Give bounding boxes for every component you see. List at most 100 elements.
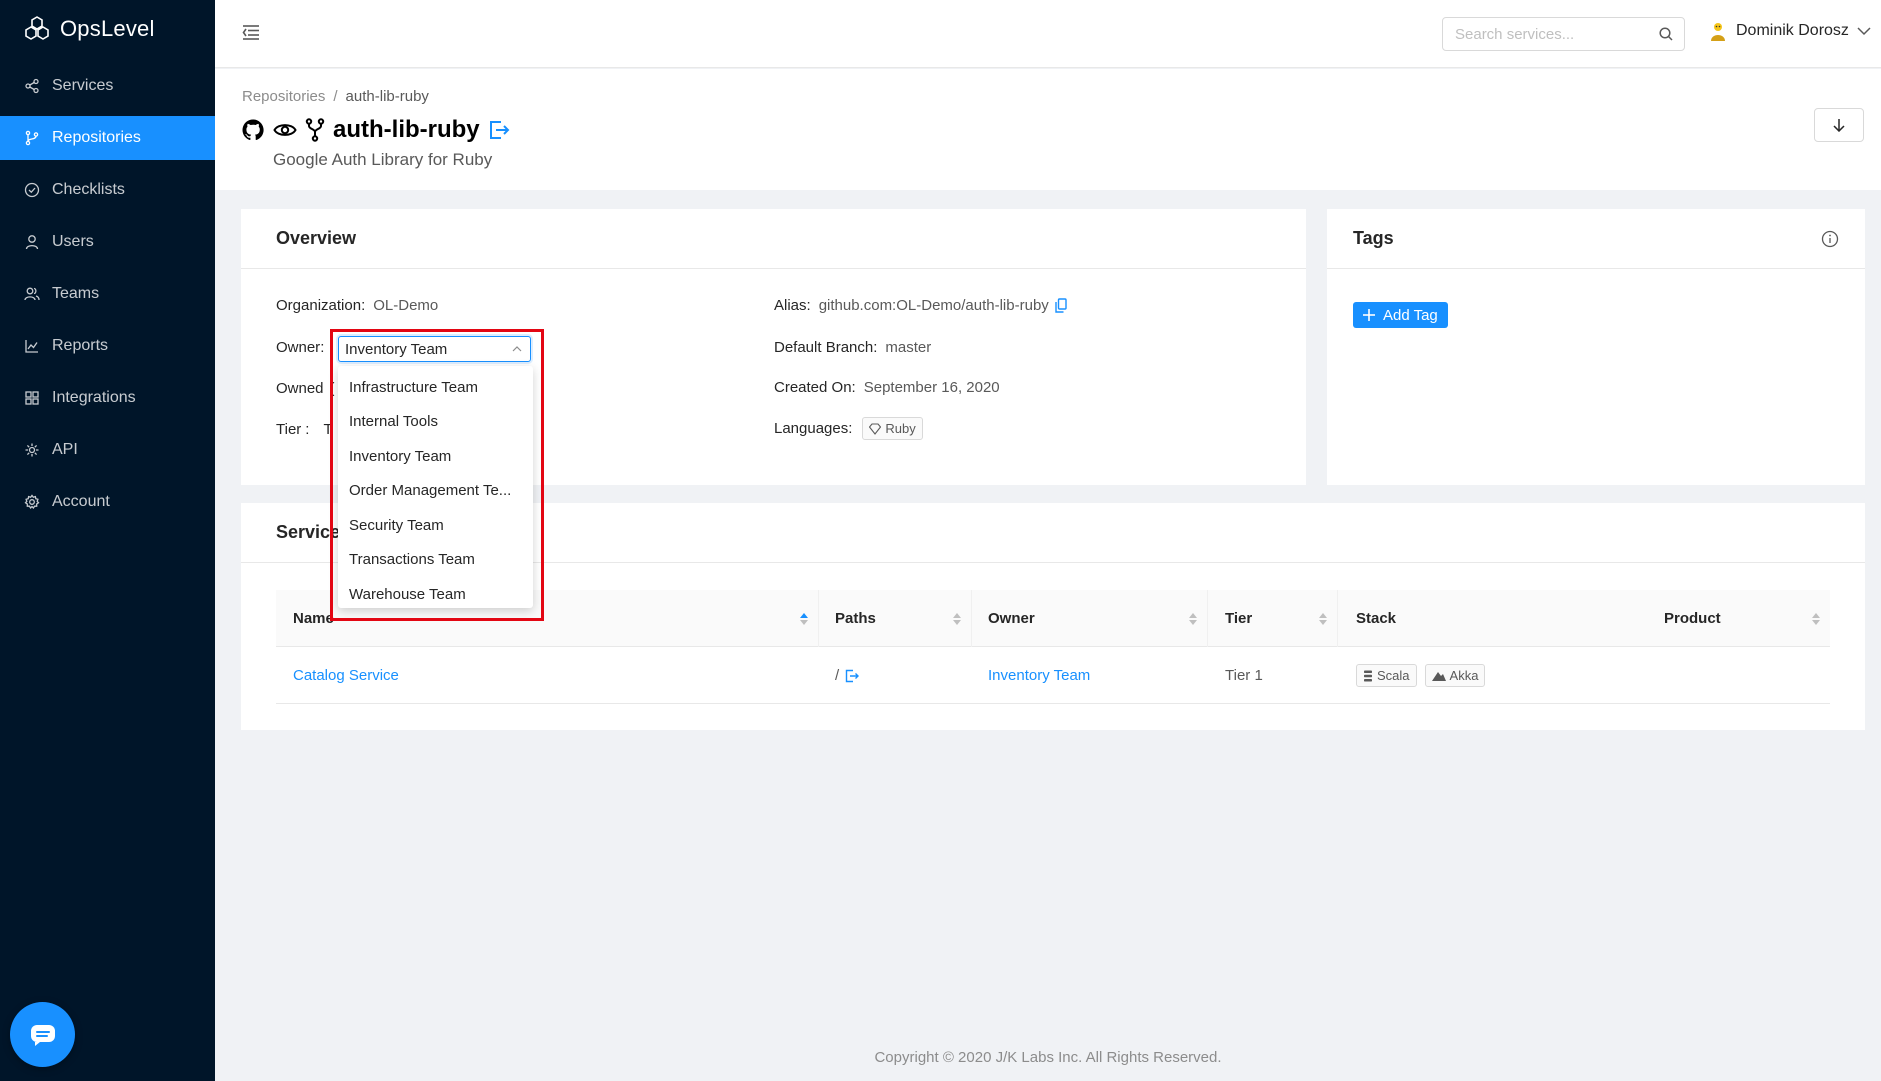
sidebar-item-label: Repositories bbox=[52, 129, 141, 146]
column-product[interactable]: Product bbox=[1664, 590, 1721, 647]
created-on-field: Created On: September 16, 2020 bbox=[774, 379, 1000, 396]
organization-field: Organization: OL-Demo bbox=[276, 297, 438, 314]
search-input[interactable] bbox=[1443, 18, 1653, 50]
column-paths[interactable]: Paths bbox=[835, 590, 876, 647]
sidebar-item-label: Checklists bbox=[52, 181, 125, 198]
dropdown-option[interactable]: Warehouse Team bbox=[338, 577, 533, 612]
sidebar-item-checklists[interactable]: Checklists bbox=[0, 168, 215, 212]
sidebar-item-label: Account bbox=[52, 493, 110, 510]
fork-icon[interactable] bbox=[305, 118, 325, 142]
search-box bbox=[1442, 17, 1685, 51]
sidebar-item-api[interactable]: API bbox=[0, 428, 215, 472]
colon: : bbox=[806, 297, 811, 314]
sort-icon[interactable] bbox=[1188, 611, 1198, 627]
dropdown-option[interactable]: Infrastructure Team bbox=[338, 370, 533, 405]
column-tier[interactable]: Tier bbox=[1225, 590, 1252, 647]
created-on-value: September 16, 2020 bbox=[863, 379, 1000, 396]
sort-icon[interactable] bbox=[1318, 611, 1328, 627]
owned-label: Owned bbox=[276, 380, 324, 397]
add-tag-button[interactable]: Add Tag bbox=[1353, 302, 1448, 328]
github-icon[interactable] bbox=[241, 118, 265, 142]
share-icon bbox=[25, 78, 39, 94]
gear-icon bbox=[24, 494, 40, 510]
colon: : bbox=[305, 421, 310, 438]
sidebar: OpsLevel Services Repositories Checklist… bbox=[0, 0, 215, 1081]
top-header: Dominik Dorosz bbox=[215, 0, 1881, 68]
eye-icon[interactable] bbox=[273, 118, 297, 142]
menu-fold-icon[interactable] bbox=[241, 22, 261, 42]
sidebar-item-repositories[interactable]: Repositories bbox=[0, 116, 215, 160]
check-circle-icon bbox=[24, 182, 40, 198]
column-divider bbox=[971, 590, 972, 647]
owned-value: ( bbox=[329, 380, 335, 397]
overview-heading: Overview bbox=[241, 209, 1306, 269]
copy-icon[interactable] bbox=[1055, 298, 1067, 313]
title-row: auth-lib-ruby bbox=[241, 116, 510, 144]
info-icon[interactable] bbox=[1821, 230, 1839, 248]
chevron-down-icon bbox=[1857, 27, 1871, 36]
languages-label: Languages bbox=[774, 420, 849, 437]
sidebar-item-label: Reports bbox=[52, 337, 109, 354]
tier-field: Tier : T bbox=[276, 421, 333, 438]
sidebar-item-label: Services bbox=[52, 77, 114, 94]
breadcrumb-separator: / bbox=[333, 88, 338, 105]
breadcrumb-repositories[interactable]: Repositories bbox=[242, 88, 325, 105]
akka-icon bbox=[1431, 671, 1446, 681]
service-owner-link[interactable]: Inventory Team bbox=[988, 647, 1090, 704]
column-divider bbox=[818, 590, 819, 647]
owned-field: Owned ( bbox=[276, 380, 335, 397]
breadcrumb: Repositories / auth-lib-ruby bbox=[242, 88, 429, 105]
owner-select[interactable]: Inventory Team bbox=[338, 336, 531, 362]
search-icon[interactable] bbox=[1658, 26, 1674, 42]
sort-icon[interactable] bbox=[952, 611, 962, 627]
column-owner[interactable]: Owner bbox=[988, 590, 1035, 647]
default-branch-value: master bbox=[885, 339, 932, 356]
user-menu[interactable]: Dominik Dorosz bbox=[1708, 20, 1871, 42]
arrow-down-icon bbox=[1833, 119, 1845, 132]
path-text: / bbox=[835, 667, 840, 684]
sidebar-item-integrations[interactable]: Integrations bbox=[0, 376, 215, 420]
dropdown-option[interactable]: Internal Tools bbox=[338, 405, 533, 440]
dropdown-option[interactable]: Transactions Team bbox=[338, 543, 533, 578]
service-name-link[interactable]: Catalog Service bbox=[293, 647, 399, 704]
sidebar-item-label: Teams bbox=[52, 285, 100, 302]
sort-icon[interactable] bbox=[799, 611, 809, 627]
external-link-icon[interactable] bbox=[845, 669, 860, 683]
service-stack: Scala Akka bbox=[1356, 647, 1493, 704]
owner-dropdown: Infrastructure Team Internal Tools Inven… bbox=[338, 366, 533, 608]
sidebar-item-label: Integrations bbox=[52, 389, 136, 406]
sidebar-item-services[interactable]: Services bbox=[0, 64, 215, 108]
alias-field: Alias: github.com:OL-Demo/auth-lib-ruby bbox=[774, 297, 1067, 314]
column-name[interactable]: Name bbox=[293, 590, 334, 647]
page-title: auth-lib-ruby bbox=[333, 116, 480, 143]
sidebar-item-teams[interactable]: Teams bbox=[0, 272, 215, 316]
sidebar-item-users[interactable]: Users bbox=[0, 220, 215, 264]
column-divider bbox=[1337, 590, 1338, 647]
sort-icon[interactable] bbox=[1811, 611, 1821, 627]
column-divider bbox=[1207, 590, 1208, 647]
ruby-icon bbox=[869, 422, 882, 435]
alias-value: github.com:OL-Demo/auth-lib-ruby bbox=[818, 297, 1049, 314]
colon: : bbox=[361, 297, 366, 314]
download-button[interactable] bbox=[1814, 108, 1864, 142]
owner-field: Owner: bbox=[276, 339, 324, 356]
dropdown-option[interactable]: Inventory Team bbox=[338, 439, 533, 474]
sidebar-nav: Services Repositories Checklists Users T… bbox=[0, 64, 215, 532]
chat-icon bbox=[30, 1024, 55, 1046]
owner-label: Owner bbox=[276, 339, 321, 356]
colon: : bbox=[848, 420, 853, 437]
external-link-icon[interactable] bbox=[488, 119, 510, 141]
opslevel-logo[interactable]: OpsLevel bbox=[22, 14, 155, 44]
sidebar-item-reports[interactable]: Reports bbox=[0, 324, 215, 368]
user-name: Dominik Dorosz bbox=[1736, 22, 1849, 39]
chat-button[interactable] bbox=[10, 1002, 75, 1067]
sidebar-item-account[interactable]: Account bbox=[0, 480, 215, 524]
chevron-up-icon bbox=[512, 346, 522, 352]
add-tag-label: Add Tag bbox=[1383, 306, 1438, 324]
dropdown-option[interactable]: Security Team bbox=[338, 508, 533, 543]
service-path: / bbox=[835, 647, 860, 704]
breadcrumb-current: auth-lib-ruby bbox=[345, 88, 429, 105]
dropdown-option[interactable]: Order Management Te... bbox=[338, 474, 533, 509]
language-name: Ruby bbox=[885, 421, 916, 436]
stack-label: Scala bbox=[1377, 668, 1410, 683]
